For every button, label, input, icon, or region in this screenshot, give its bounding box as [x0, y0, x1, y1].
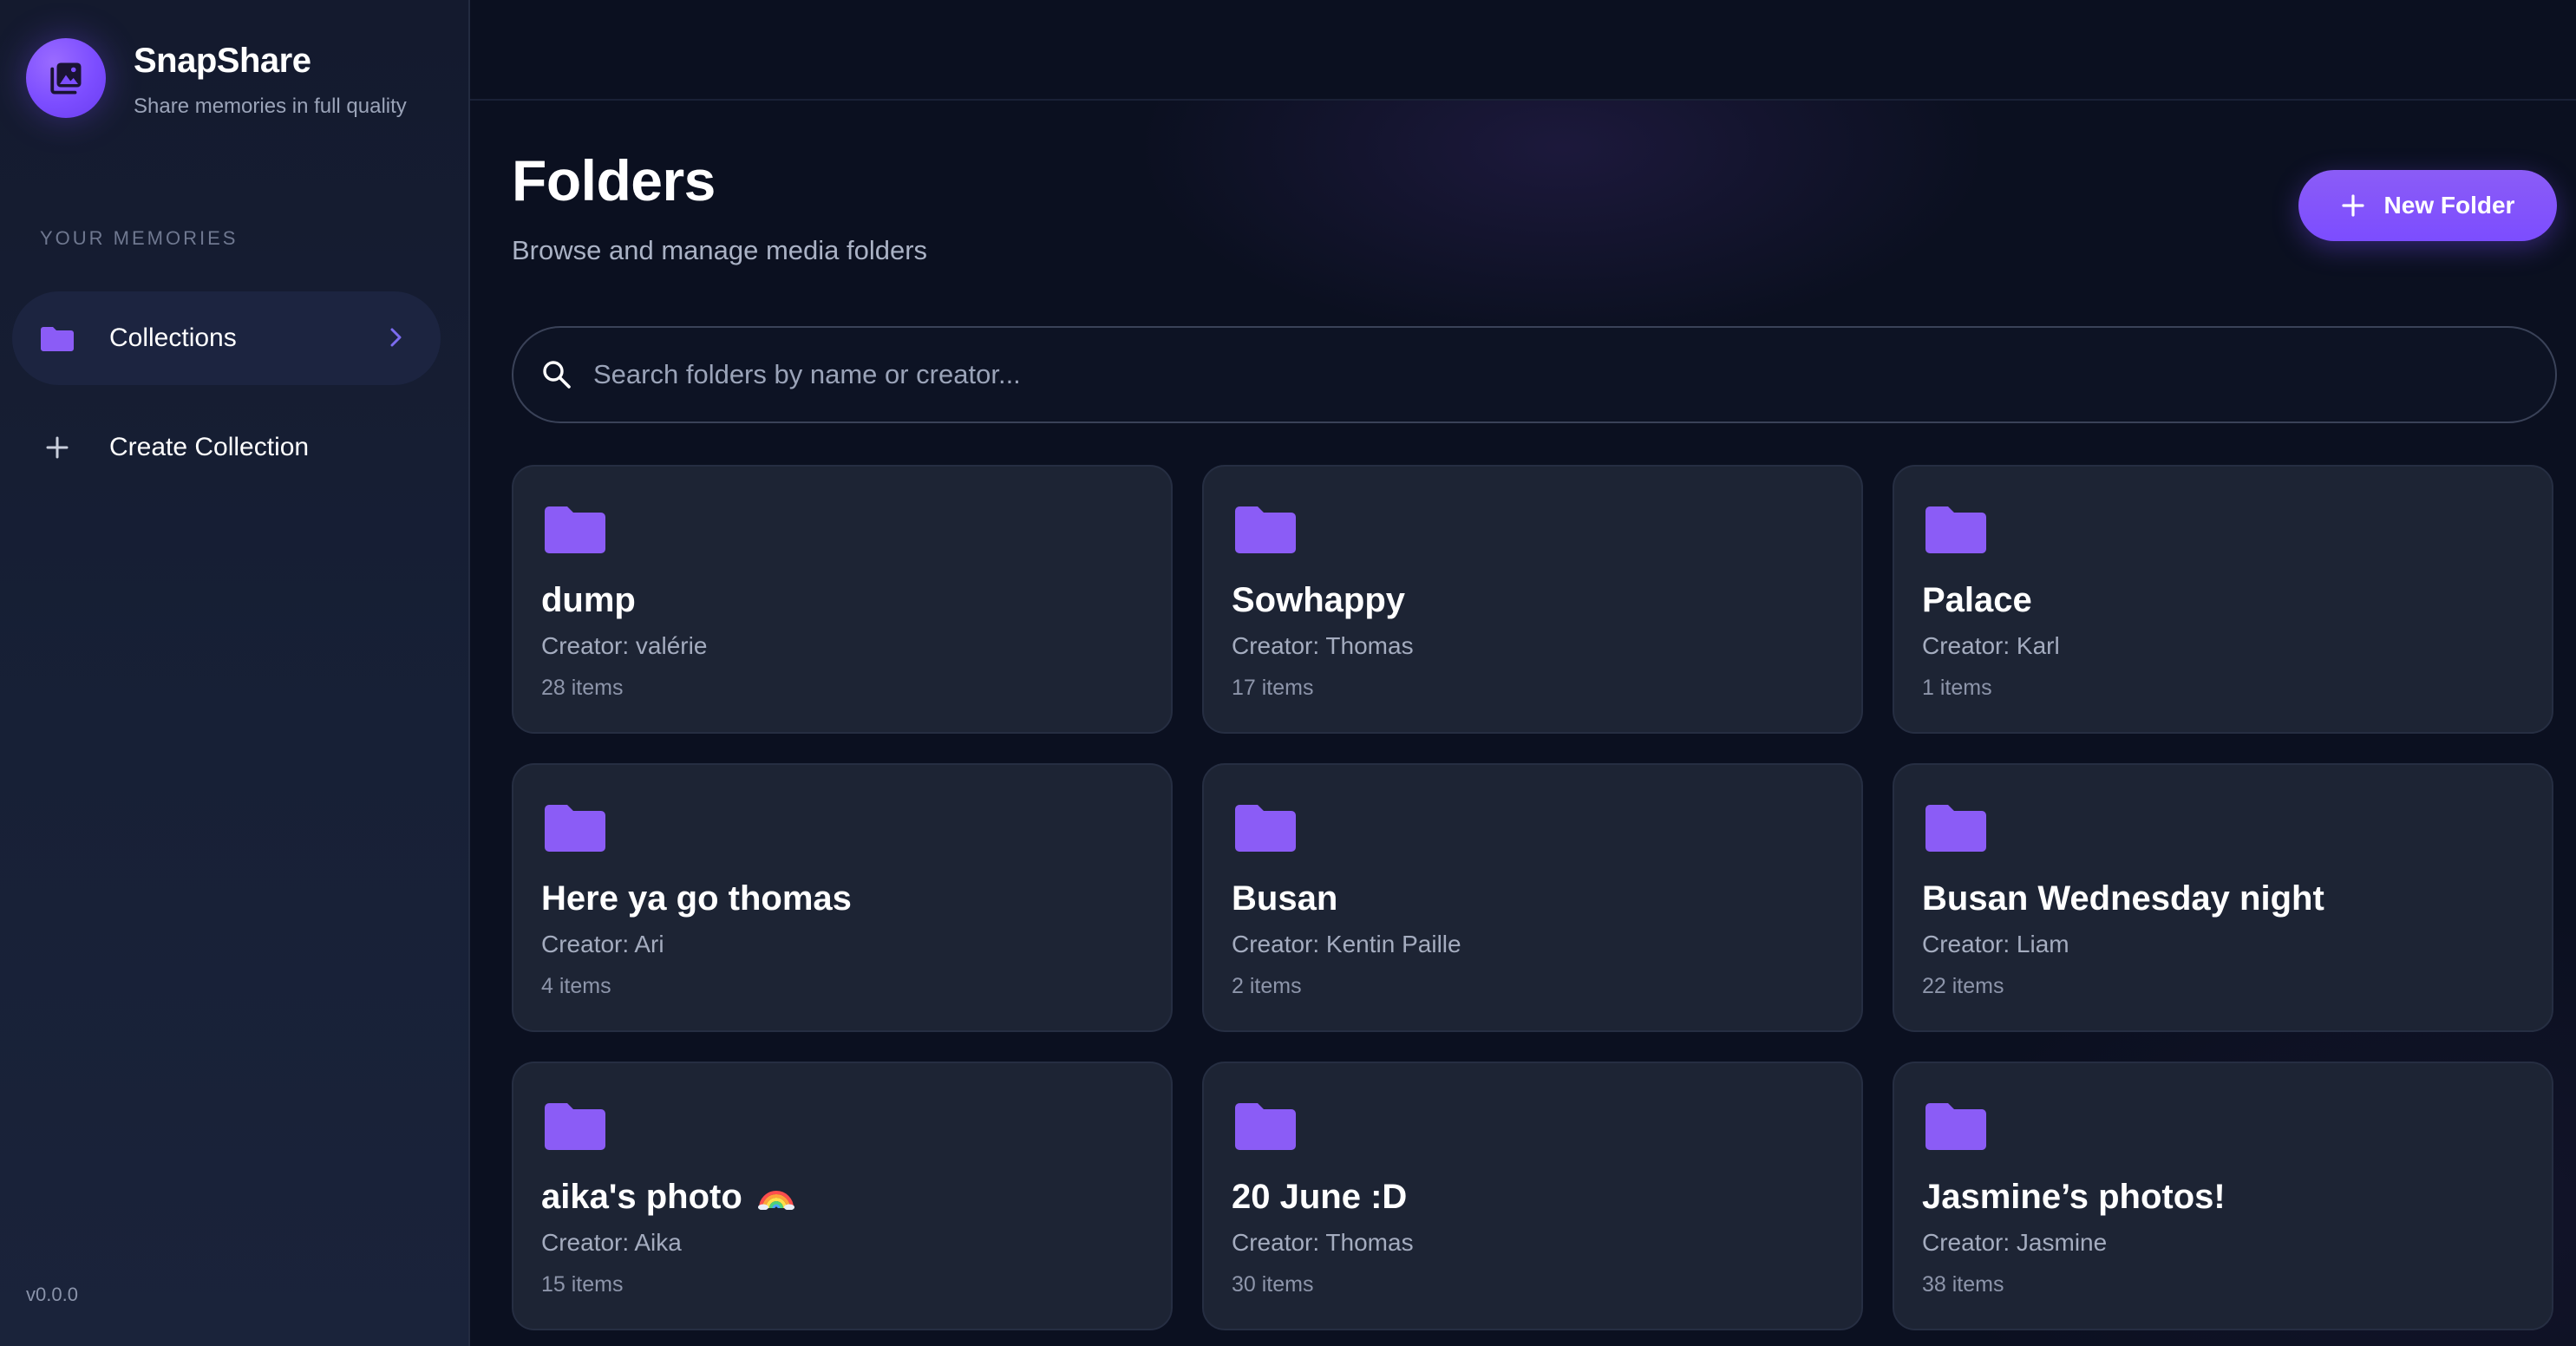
- folder-name: 20 June :D: [1232, 1178, 1408, 1216]
- folder-creator: Creator: Liam: [1922, 931, 2069, 957]
- folder-card[interactable]: Jasmine’s photos! Creator: Jasmine 38 it…: [1893, 1062, 2553, 1330]
- search-bar: [512, 326, 2557, 423]
- app-name: SnapShare: [134, 42, 311, 80]
- main-content: Folders Browse and manage media folders …: [470, 0, 2576, 1346]
- folder-item-count: 1 items: [1922, 676, 1992, 700]
- folder-card[interactable]: dump Creator: valérie 28 items: [512, 465, 1173, 734]
- app-version: v0.0.0: [26, 1284, 78, 1305]
- sidebar-item-label: Create Collection: [109, 433, 310, 461]
- folder-card[interactable]: Sowhappy Creator: Thomas 17 items: [1202, 465, 1863, 734]
- page-title: Folders: [512, 148, 716, 212]
- folder-name-row: aika's photo: [541, 1176, 795, 1218]
- folder-icon: [1925, 505, 1986, 558]
- folder-card[interactable]: Busan Wednesday night Creator: Liam 22 i…: [1893, 763, 2553, 1032]
- plus-icon: [40, 435, 75, 460]
- rainbow-icon: [757, 1191, 794, 1211]
- folder-item-count: 2 items: [1232, 974, 1302, 998]
- sidebar-item-create-collection[interactable]: Create Collection: [12, 401, 441, 494]
- folder-creator: Creator: Karl: [1922, 632, 2060, 659]
- new-folder-label: New Folder: [2383, 192, 2515, 219]
- photo-library-icon: [26, 38, 106, 118]
- folder-item-count: 4 items: [541, 974, 611, 998]
- folder-icon: [545, 803, 605, 856]
- folder-name: dump: [541, 581, 636, 619]
- folder-item-count: 30 items: [1232, 1272, 1314, 1297]
- folder-creator: Creator: valérie: [541, 632, 708, 659]
- folder-name: Palace: [1922, 581, 2032, 619]
- folder-icon: [1235, 505, 1296, 558]
- folder-creator: Creator: Thomas: [1232, 1229, 1414, 1256]
- folder-icon: [545, 505, 605, 558]
- chevron-right-icon: [389, 324, 404, 355]
- folder-card[interactable]: Here ya go thomas Creator: Ari 4 items: [512, 763, 1173, 1032]
- folder-icon: [1235, 1101, 1296, 1154]
- plus-icon: [2341, 193, 2365, 218]
- folder-creator: Creator: Thomas: [1232, 632, 1414, 659]
- folder-name: Busan Wednesday night: [1922, 879, 2324, 918]
- search-icon: [539, 357, 574, 392]
- folder-name: Busan: [1232, 879, 1338, 918]
- top-bar: [470, 0, 2576, 101]
- folder-card[interactable]: Busan Creator: Kentin Paille 2 items: [1202, 763, 1863, 1032]
- folder-name: Sowhappy: [1232, 581, 1406, 619]
- folder-item-count: 22 items: [1922, 974, 2004, 998]
- folder-item-count: 38 items: [1922, 1272, 2004, 1297]
- new-folder-button[interactable]: New Folder: [2298, 170, 2557, 241]
- folder-icon: [545, 1101, 605, 1154]
- folder-creator: Creator: Aika: [541, 1229, 682, 1256]
- folder-creator: Creator: Kentin Paille: [1232, 931, 1461, 957]
- folder-creator: Creator: Jasmine: [1922, 1229, 2108, 1256]
- folder-item-count: 15 items: [541, 1272, 624, 1297]
- folder-icon: [1925, 803, 1986, 856]
- folder-card[interactable]: aika's photo Creator: Aika 15 items: [512, 1062, 1173, 1330]
- folder-icon: [1925, 1101, 1986, 1154]
- sidebar-item-label: Collections: [109, 323, 237, 352]
- app-tagline: Share memories in full quality: [134, 95, 407, 118]
- folder-item-count: 28 items: [541, 676, 624, 700]
- sidebar: SnapShare Share memories in full quality…: [0, 0, 470, 1346]
- folder-item-count: 17 items: [1232, 676, 1314, 700]
- folder-icon: [40, 325, 75, 351]
- folder-card[interactable]: Palace Creator: Karl 1 items: [1893, 465, 2553, 734]
- folder-name: Jasmine’s photos!: [1922, 1178, 2226, 1216]
- brand[interactable]: SnapShare Share memories in full quality: [26, 38, 407, 120]
- folder-name: Here ya go thomas: [541, 879, 852, 918]
- folder-creator: Creator: Ari: [541, 931, 664, 957]
- folder-grid: dump Creator: valérie 28 items Sowhappy …: [512, 465, 2553, 1330]
- sidebar-item-collections[interactable]: Collections: [12, 291, 441, 385]
- app-root: SnapShare Share memories in full quality…: [0, 0, 2576, 1346]
- folder-icon: [1235, 803, 1296, 856]
- folder-card[interactable]: 20 June :D Creator: Thomas 30 items: [1202, 1062, 1863, 1330]
- search-input[interactable]: [593, 328, 2555, 421]
- section-label: YOUR MEMORIES: [40, 227, 239, 249]
- page-subtitle: Browse and manage media folders: [512, 235, 928, 265]
- folder-name: aika's photo: [541, 1178, 742, 1216]
